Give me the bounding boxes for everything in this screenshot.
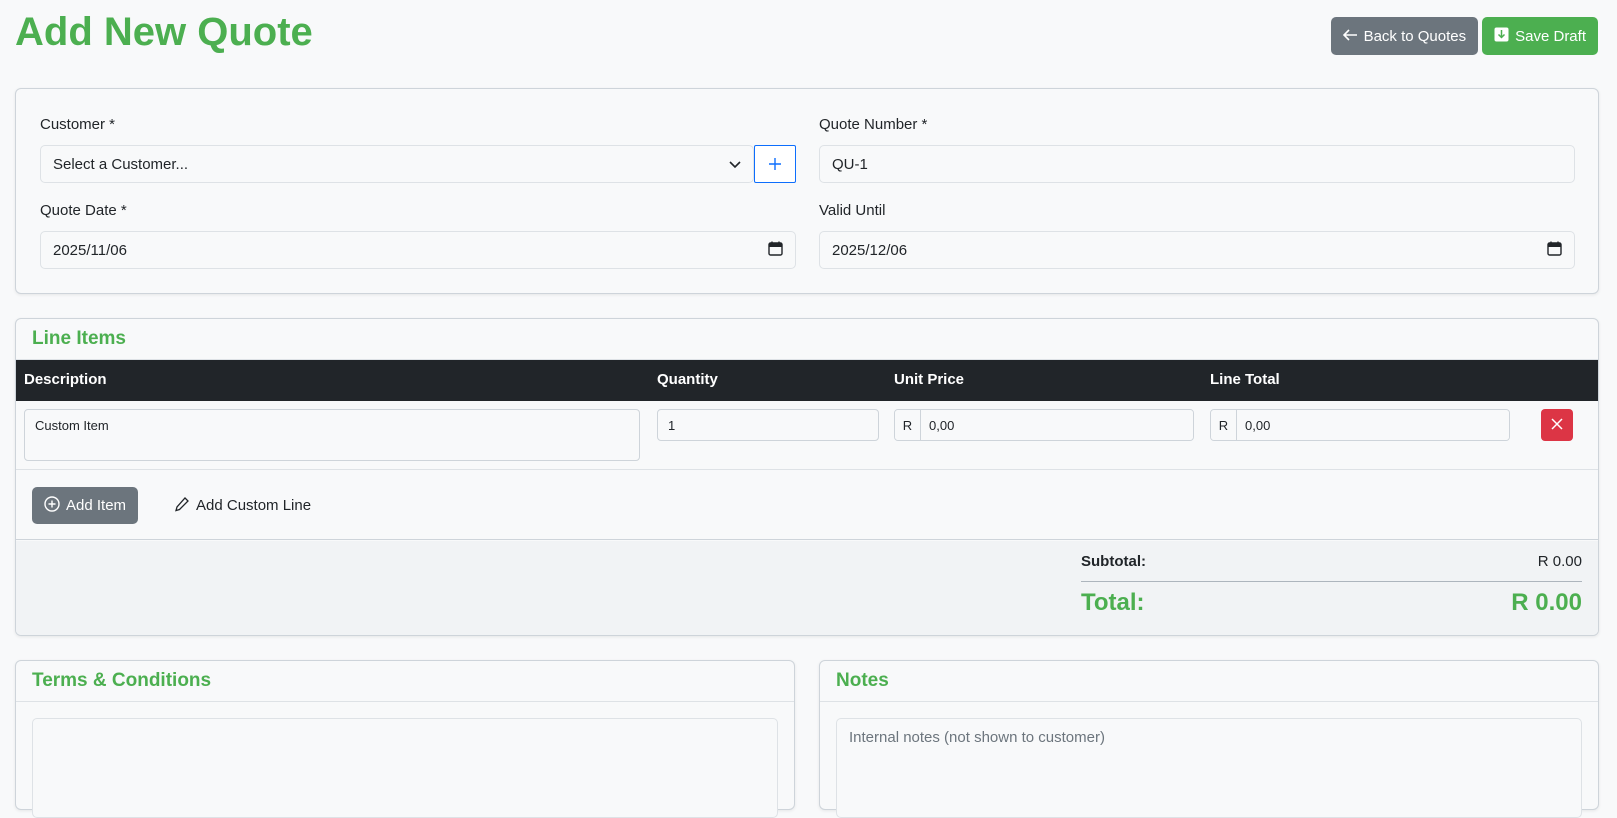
notes-header: Notes (820, 661, 1598, 702)
valid-until-input[interactable]: 2025/12/06 (819, 231, 1575, 269)
line-total-value: 0,00 (1237, 410, 1509, 440)
remove-line-button[interactable] (1541, 409, 1573, 441)
add-customer-button[interactable] (754, 145, 796, 183)
valid-until-label: Valid Until (819, 202, 886, 219)
top-actions: Back to Quotes Save Draft (1330, 17, 1598, 55)
currency-prefix: R (895, 410, 921, 440)
description-value: Custom Item (35, 418, 109, 433)
quantity-value: 1 (668, 417, 676, 433)
calendar-icon[interactable] (768, 241, 783, 260)
currency-prefix: R (1211, 410, 1237, 440)
save-draft-label: Save Draft (1515, 27, 1586, 45)
save-icon (1494, 27, 1509, 46)
subtotal-label: Subtotal: (1081, 553, 1146, 570)
unit-price-value: 0,00 (921, 410, 1193, 440)
quote-date-value: 2025/11/06 (53, 241, 127, 259)
notes-title: Notes (836, 670, 889, 691)
quantity-input[interactable]: 1 (657, 409, 879, 441)
line-total-input[interactable]: R 0,00 (1210, 409, 1510, 441)
quote-number-value: QU-1 (832, 155, 868, 173)
line-items-table-header: Description Quantity Unit Price Line Tot… (16, 360, 1598, 401)
totals-divider (1081, 581, 1582, 582)
terms-header: Terms & Conditions (16, 661, 794, 702)
add-item-label: Add Item (66, 497, 127, 514)
add-item-button[interactable]: Add Item (32, 487, 139, 524)
terms-card: Terms & Conditions (15, 660, 795, 818)
notes-placeholder: Internal notes (not shown to customer) (849, 729, 1105, 746)
terms-title: Terms & Conditions (32, 670, 212, 691)
customer-select[interactable]: Select a Customer... (40, 145, 754, 183)
customer-select-value: Select a Customer... (53, 155, 189, 173)
close-icon (1551, 415, 1563, 435)
notes-textarea[interactable]: Internal notes (not shown to customer) (836, 718, 1582, 818)
plus-circle-icon (44, 495, 60, 516)
page-title: Add New Quote (15, 10, 313, 54)
plus-icon (768, 151, 782, 177)
subtotal-value: R 0.00 (1537, 553, 1582, 570)
description-textarea[interactable]: Custom Item (24, 409, 640, 461)
quote-details-card: Customer * Select a Customer... Quote Nu… (15, 88, 1599, 294)
back-to-quotes-button[interactable]: Back to Quotes (1330, 17, 1479, 55)
table-row: Custom Item 1 R 0,00 R 0,00 (16, 401, 1598, 470)
chevron-down-icon (729, 156, 741, 173)
valid-until-value: 2025/12/06 (832, 241, 908, 259)
line-items-header: Line Items (16, 319, 1598, 360)
total-label: Total: (1081, 589, 1145, 616)
terms-textarea[interactable] (32, 718, 778, 818)
line-items-title: Line Items (32, 328, 126, 349)
column-header-quantity: Quantity (657, 371, 718, 388)
pencil-icon (174, 496, 190, 516)
arrow-left-icon (1342, 28, 1358, 45)
total-value: R 0.00 (1511, 589, 1582, 616)
save-draft-button[interactable]: Save Draft (1482, 17, 1598, 55)
quote-number-input[interactable]: QU-1 (819, 145, 1575, 183)
quote-date-input[interactable]: 2025/11/06 (40, 231, 796, 269)
add-custom-line-label: Add Custom Line (196, 497, 312, 514)
column-header-description: Description (24, 371, 107, 388)
add-line-actions: Add Item Add Custom Line (16, 471, 1598, 540)
unit-price-input[interactable]: R 0,00 (894, 409, 1194, 441)
customer-label: Customer * (40, 116, 116, 133)
quote-number-label: Quote Number * (819, 116, 928, 133)
totals-section: Subtotal: R 0.00 Total: R 0.00 (16, 541, 1598, 635)
calendar-icon[interactable] (1547, 241, 1562, 260)
notes-card: Notes Internal notes (not shown to custo… (819, 660, 1599, 818)
column-header-line-total: Line Total (1210, 371, 1280, 388)
column-header-unit-price: Unit Price (894, 371, 965, 388)
quote-date-label: Quote Date * (40, 202, 127, 219)
line-items-card: Line Items Description Quantity Unit Pri… (15, 318, 1599, 636)
add-custom-line-button[interactable]: Add Custom Line (162, 487, 323, 524)
back-to-quotes-label: Back to Quotes (1363, 27, 1467, 45)
